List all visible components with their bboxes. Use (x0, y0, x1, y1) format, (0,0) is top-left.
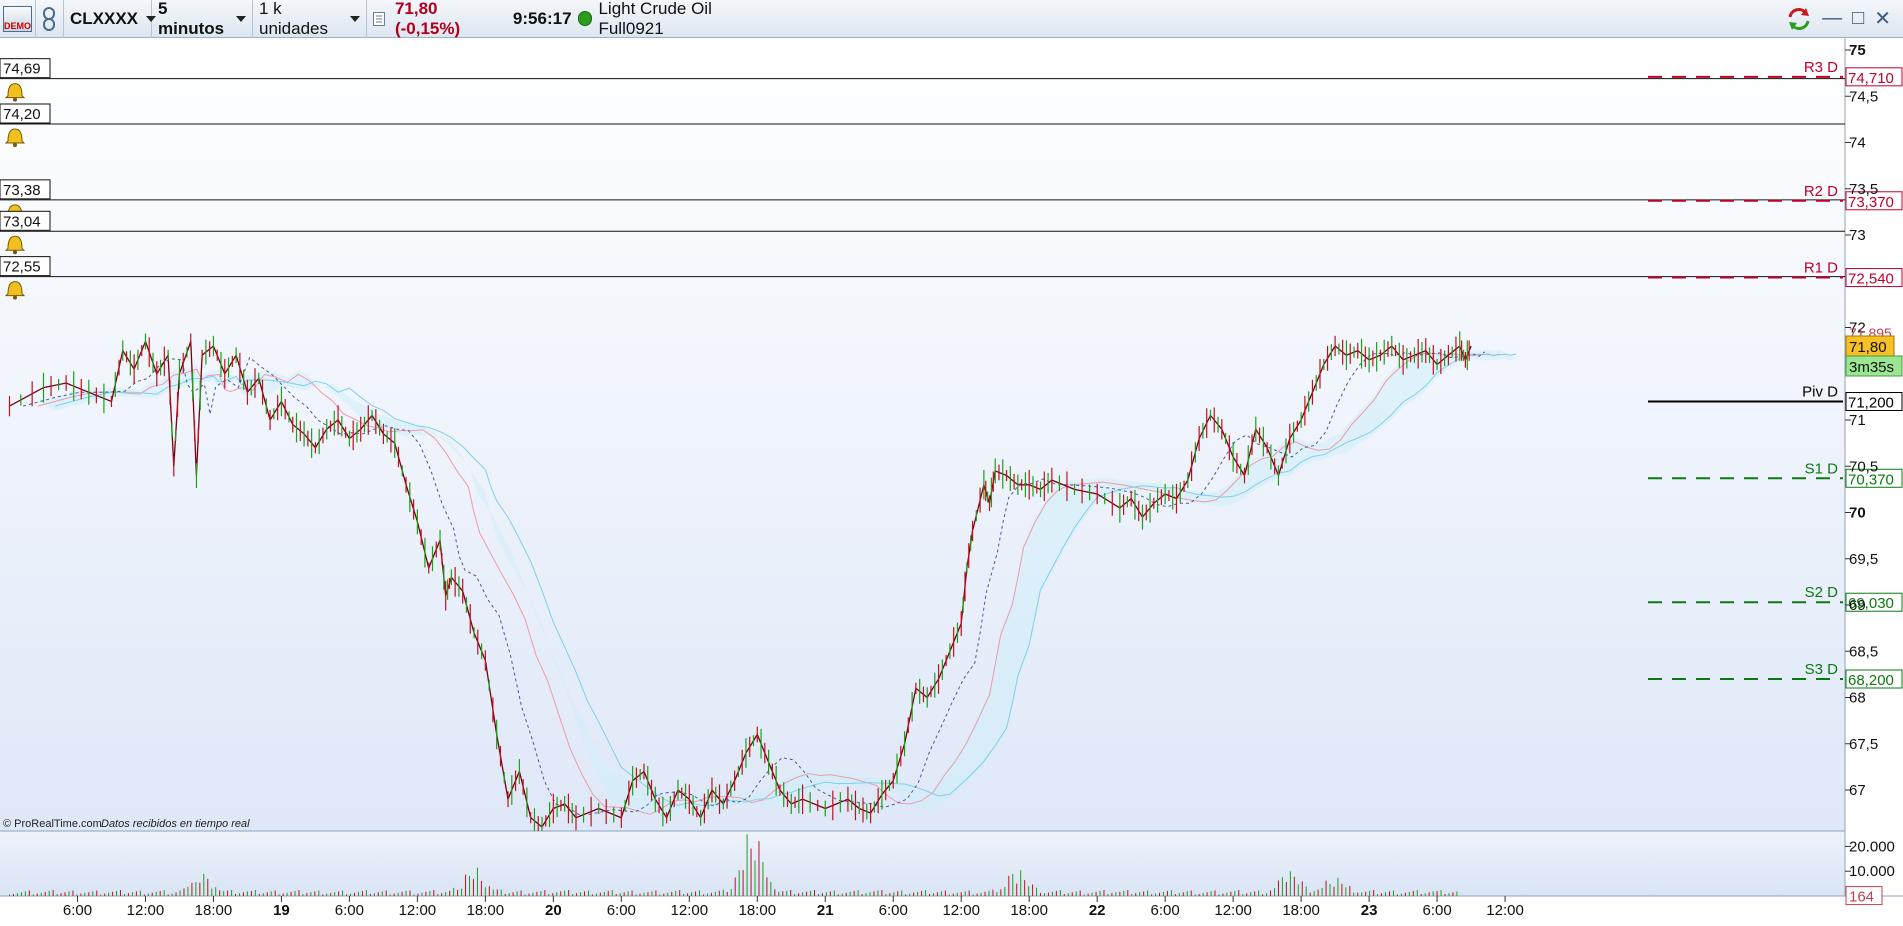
chain-link-icon (43, 6, 55, 31)
x-tick-label: 6:00 (63, 902, 92, 919)
x-tick-label: 18:00 (195, 902, 233, 919)
quote-info: 71,80 (-0,15%) 9:56:17 Light Crude Oil F… (367, 0, 787, 38)
countdown-label: 3m35s (1849, 359, 1894, 376)
pivot-name: Piv D (1802, 384, 1838, 401)
x-tick-label: 23 (1361, 902, 1378, 919)
maximize-icon[interactable]: □ (1852, 7, 1864, 30)
current-price-label: 71,80 (1849, 339, 1887, 356)
x-tick-label: 18:00 (1282, 902, 1320, 919)
y-tick-label: 73 (1849, 227, 1866, 244)
bell-clapper (13, 250, 17, 255)
pivot-name: S2 D (1805, 584, 1839, 601)
y-tick-label: 67 (1849, 782, 1866, 799)
pivot-value-label: 74,710 (1848, 70, 1894, 87)
pivot-value-label: 72,540 (1848, 271, 1894, 288)
alert-price-label: 73,04 (3, 213, 41, 230)
units-selector[interactable]: 1 k unidades (253, 0, 367, 38)
y-tick-label: 71 (1849, 412, 1866, 429)
x-tick-label: 19 (273, 902, 290, 919)
y-tick-label: 69,5 (1849, 551, 1878, 568)
pivot-name: R2 D (1804, 183, 1838, 200)
pivot-value-label: 68,200 (1848, 672, 1894, 689)
price-panel[interactable] (0, 38, 1845, 831)
pivot-name: S1 D (1805, 460, 1839, 477)
volume-value-label: 164 (1849, 889, 1874, 906)
info-panel-icon[interactable] (373, 11, 385, 26)
y-tick-label: 70 (1849, 505, 1866, 522)
pivot-name: S3 D (1805, 661, 1839, 678)
x-tick-label: 21 (817, 902, 834, 919)
alert-price-label: 74,20 (3, 106, 41, 123)
instrument-selector[interactable]: CLXXXX (64, 0, 157, 38)
pivot-value-label: 71,200 (1848, 395, 1894, 412)
y-tick-label: 73,5 (1849, 181, 1878, 198)
y-tick-label: 68 (1849, 690, 1866, 707)
price-chart[interactable]: 74,69 74,20 73,38 73,04 72,55 R3 D 74,710 R2 D… (0, 38, 1903, 926)
x-tick-label: 12:00 (1214, 902, 1252, 919)
y-tick-label: 69 (1849, 597, 1866, 614)
window-controls: — □ ✕ (1786, 6, 1903, 31)
y-tick-label: 67,5 (1849, 736, 1878, 753)
chevron-down-icon (350, 15, 360, 22)
x-tick-label: 6:00 (1422, 902, 1451, 919)
chevron-down-icon (236, 15, 246, 22)
demo-badge[interactable]: DEMO (0, 0, 36, 38)
alert-price-label: 72,55 (3, 259, 41, 276)
x-tick-label: 18:00 (739, 902, 777, 919)
x-tick-label: 12:00 (127, 902, 165, 919)
x-tick-label: 18:00 (1010, 902, 1048, 919)
close-icon[interactable]: ✕ (1874, 6, 1891, 31)
volume-tick-label: 20.000 (1849, 838, 1895, 855)
instrument-name: Light Crude Oil Full0921 (598, 0, 712, 38)
attribution-status: Datos recibidos en tiempo real (101, 818, 250, 830)
x-tick-label: 18:00 (467, 902, 505, 919)
attribution-source: © ProRealTime.com (3, 818, 102, 830)
x-tick-label: 12:00 (1486, 902, 1524, 919)
bell-clapper (13, 143, 17, 147)
x-tick-label: 6:00 (335, 902, 364, 919)
bell-clapper (13, 97, 17, 102)
y-tick-label: 70,5 (1849, 458, 1878, 475)
x-tick-label: 12:00 (942, 902, 980, 919)
volume-panel[interactable] (0, 831, 1845, 896)
demo-label: DEMO (4, 20, 31, 31)
x-tick-label: 6:00 (607, 902, 636, 919)
x-tick-label: 12:00 (399, 902, 437, 919)
x-tick-label: 20 (545, 902, 562, 919)
quote-time: 9:56:17 (512, 8, 572, 28)
alert-price-label: 74,69 (3, 61, 41, 78)
x-tick-label: 6:00 (1151, 902, 1180, 919)
units-label: 1 k unidades (259, 0, 329, 38)
pivot-name: R1 D (1804, 260, 1838, 277)
minimize-icon[interactable]: — (1822, 7, 1842, 30)
demo-icon: DEMO (3, 5, 32, 32)
y-tick-label: 74 (1849, 135, 1866, 152)
x-tick-label: 6:00 (879, 902, 908, 919)
volume-tick-label: 10.000 (1849, 863, 1895, 880)
refresh-icon[interactable] (1786, 7, 1812, 31)
y-tick-label: 74,5 (1849, 88, 1878, 105)
live-status-icon (577, 11, 593, 26)
y-tick-label: 68,5 (1849, 643, 1878, 660)
timeframe-selector[interactable]: 5 minutos (152, 0, 253, 38)
toolbar: DEMO CLXXXX 5 minutos 1 k unidades 71,80… (0, 0, 1903, 38)
last-price: 71,80 (-0,15%) (394, 0, 461, 38)
bell-clapper (13, 295, 17, 300)
instrument-code: CLXXXX (70, 8, 139, 28)
y-tick-label: 75 (1849, 42, 1866, 59)
x-tick-label: 22 (1089, 902, 1106, 919)
link-button[interactable] (36, 0, 64, 38)
timeframe-label: 5 minutos (158, 0, 225, 38)
x-tick-label: 12:00 (671, 902, 709, 919)
alert-price-label: 73,38 (3, 182, 41, 199)
pivot-name: R3 D (1804, 59, 1838, 76)
